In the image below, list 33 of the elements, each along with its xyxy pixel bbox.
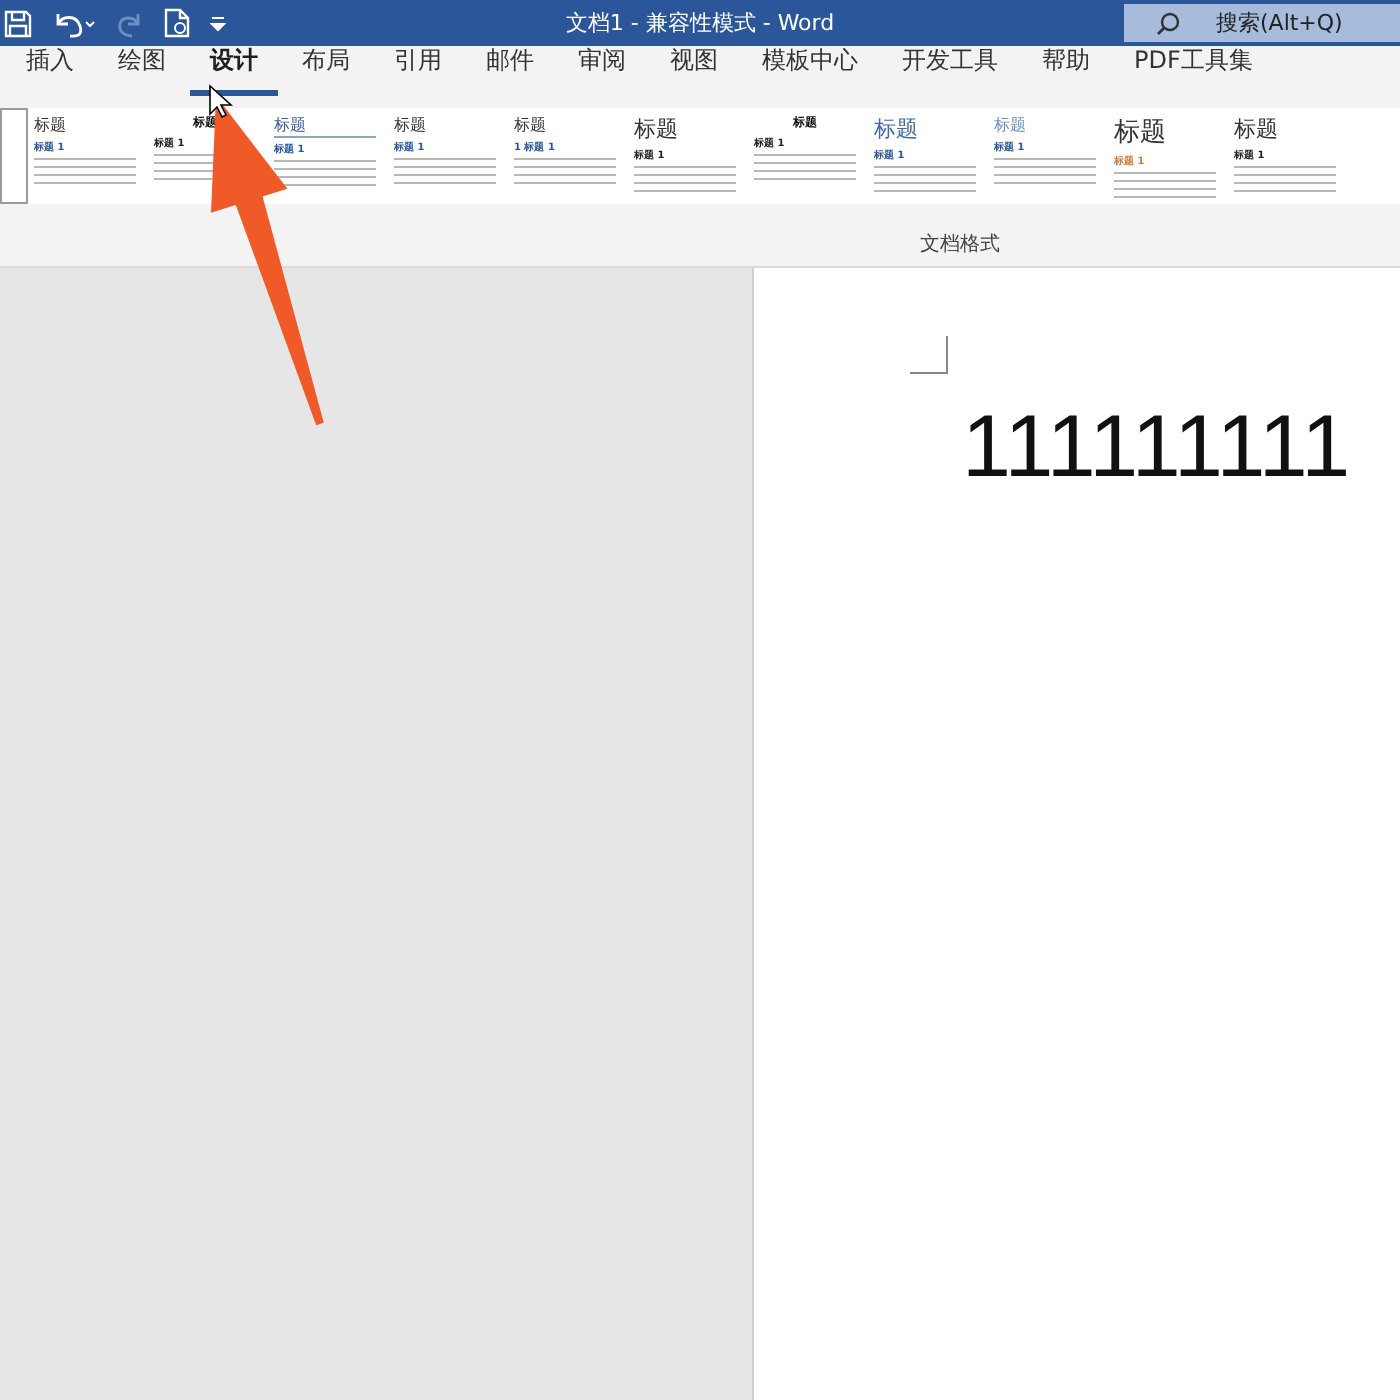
ribbon-tab[interactable]: 插入 [6,44,94,96]
style-title[interactable]: 标题 [1234,114,1336,144]
save-icon[interactable] [4,9,32,37]
ribbon-tab[interactable]: PDF工具集 [1114,44,1273,96]
ribbon-tab[interactable]: 邮件 [466,44,554,96]
ribbon-tab[interactable]: 视图 [650,44,738,96]
search-field[interactable]: 搜索(Alt+Q) [1124,4,1400,42]
ribbon-tab[interactable]: 引用 [374,44,462,96]
style-title[interactable]: 标题 [994,114,1096,136]
style-thumbnail[interactable] [0,108,28,204]
style-title[interactable]: 标题 [514,114,616,136]
ribbon-tab[interactable]: 帮助 [1022,44,1110,96]
ribbon-tab[interactable]: 审阅 [558,44,646,96]
margin-corner-mark [910,336,948,374]
style-title[interactable]: 标题 [34,114,136,136]
body-text-lines [34,158,136,186]
style-title[interactable]: 标题 [274,114,376,138]
body-text-lines [274,160,376,188]
window-title: 文档1 - 兼容性模式 - Word [565,10,835,36]
ribbon-tab[interactable]: 开发工具 [882,44,1018,96]
style-title[interactable]: 标题 [1114,114,1216,150]
customize-caret-icon[interactable] [210,15,226,31]
style-title[interactable]: 标题 [394,114,496,136]
ribbon-tab[interactable]: 模板中心 [742,44,878,96]
style-title[interactable]: 标题 [634,114,736,144]
document-icon[interactable] [164,8,190,38]
search-icon [1156,11,1180,35]
group-label: 文档格式 [918,231,1002,260]
ribbon-tab[interactable]: 绘图 [98,44,186,96]
ribbon-tab[interactable]: 布局 [282,44,370,96]
document-text: 111111111 [962,398,1353,498]
style-title[interactable]: 标题 [874,114,976,144]
undo-icon[interactable] [52,9,96,37]
